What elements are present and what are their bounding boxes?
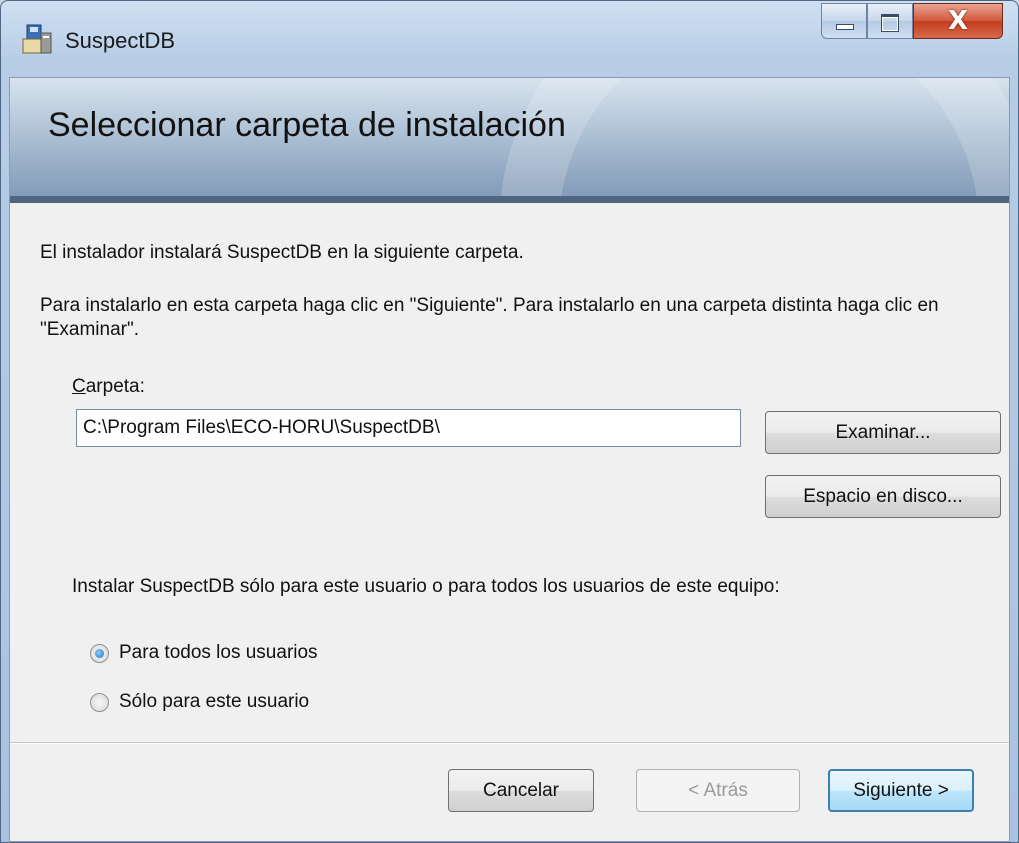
dialog-client-area: Seleccionar carpeta de instalación El in…	[9, 77, 1010, 842]
radio-only-me[interactable]: Sólo para este usuario	[90, 688, 309, 716]
folder-label: Carpeta:	[72, 376, 145, 398]
maximize-icon	[881, 14, 899, 32]
radio-button-unselected[interactable]	[90, 692, 109, 712]
header-banner: Seleccionar carpeta de instalación	[10, 78, 1009, 203]
window-title: SuspectDB	[65, 28, 176, 53]
install-scope-label: Instalar SuspectDB sólo para este usuari…	[72, 576, 780, 597]
browse-button[interactable]: Examinar...	[765, 411, 1001, 454]
folder-path-input[interactable]	[76, 409, 741, 447]
installer-window: SuspectDB X Seleccionar carpeta de insta…	[0, 0, 1019, 843]
folder-label-accelerator: C	[72, 376, 86, 397]
minimize-icon	[836, 24, 854, 30]
cancel-button[interactable]: Cancelar	[448, 769, 594, 812]
radio-only-me-label: Sólo para este usuario	[119, 691, 310, 712]
intro-text: El instalador instalará SuspectDB en la …	[40, 242, 524, 263]
title-bar[interactable]: SuspectDB X	[1, 1, 1018, 77]
maximize-button[interactable]	[867, 3, 913, 39]
close-button[interactable]: X	[913, 3, 1003, 39]
installer-app-icon	[21, 23, 53, 55]
minimize-button[interactable]	[821, 3, 867, 39]
banner-divider	[10, 196, 1009, 203]
page-title: Seleccionar carpeta de instalación	[48, 106, 566, 144]
next-button[interactable]: Siguiente >	[828, 769, 974, 812]
footer-divider	[10, 742, 1009, 744]
close-icon: X	[947, 6, 969, 36]
radio-all-users[interactable]: Para todos los usuarios	[90, 639, 318, 667]
radio-all-users-label: Para todos los usuarios	[119, 642, 318, 663]
disk-space-button[interactable]: Espacio en disco...	[765, 475, 1001, 518]
description-text: Para instalarlo en esta carpeta haga cli…	[40, 295, 939, 340]
banner-decoration	[499, 78, 1009, 203]
back-button[interactable]: < Atrás	[636, 769, 800, 812]
radio-button-selected[interactable]	[90, 643, 109, 663]
folder-label-text: arpeta:	[85, 376, 145, 397]
